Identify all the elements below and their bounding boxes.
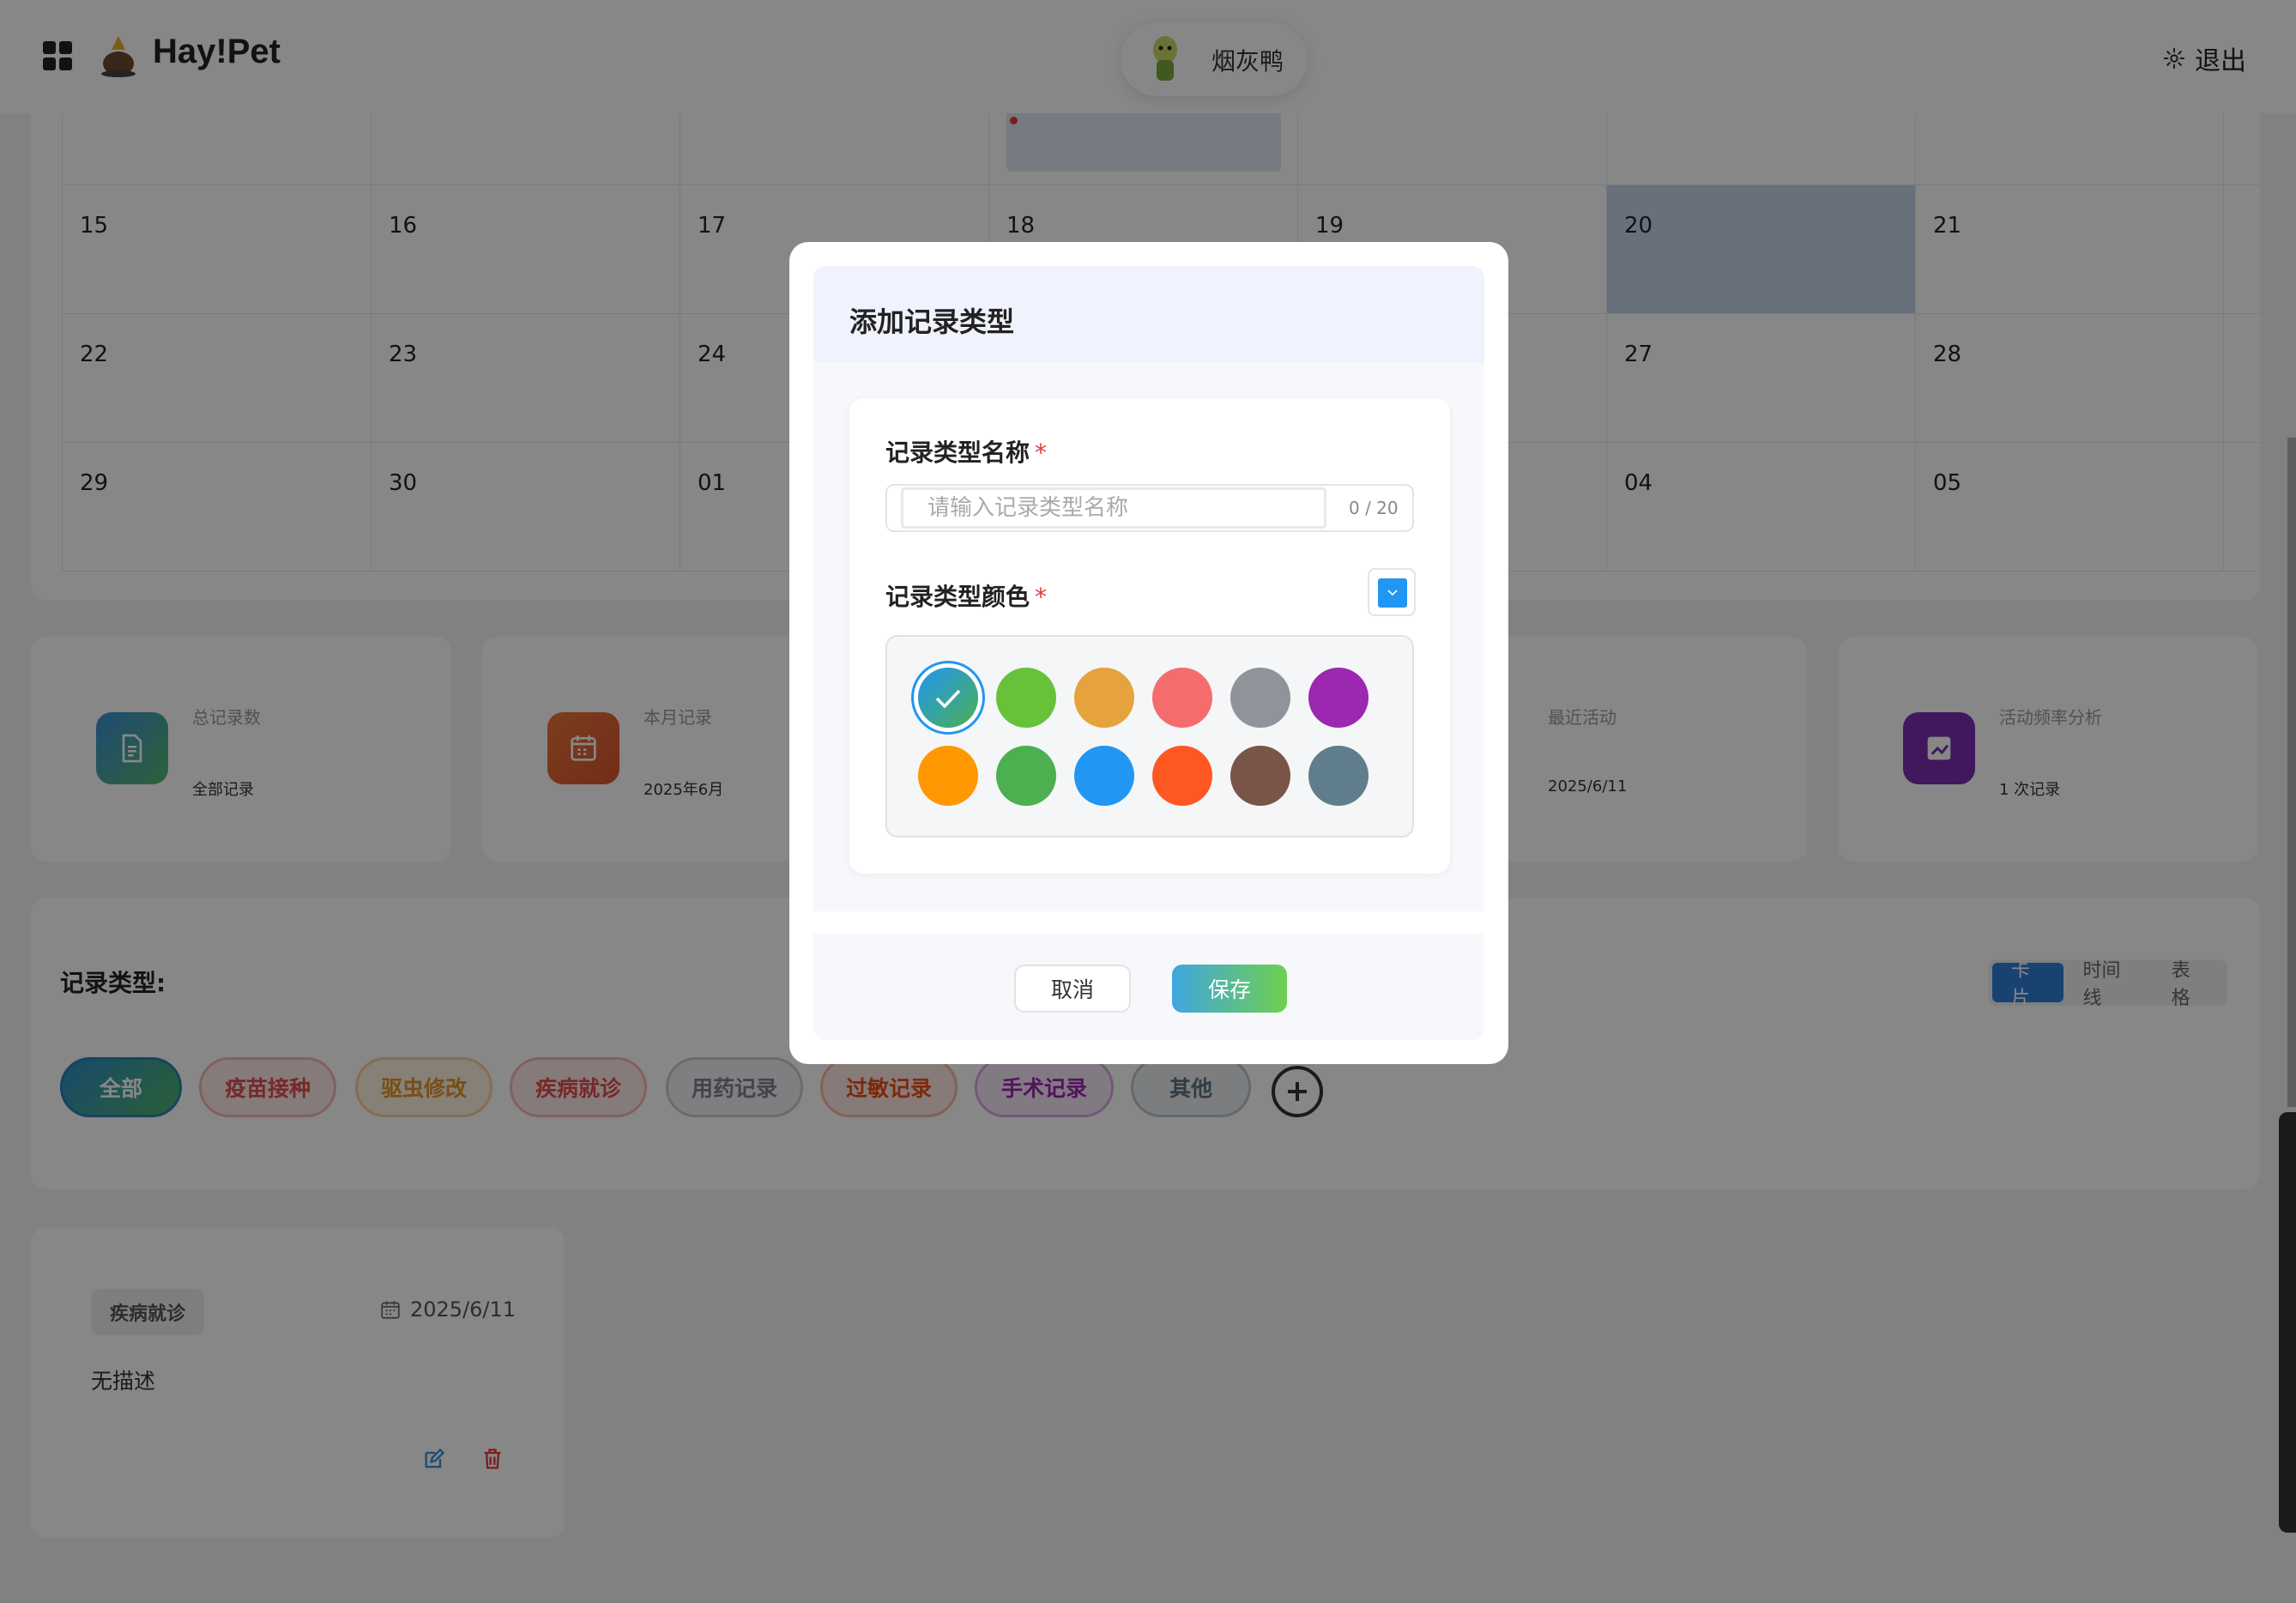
name-input-wrapper: 请输入记录类型名称 0 / 20 — [885, 484, 1414, 532]
scrollbar-thumb[interactable] — [2279, 1112, 2296, 1533]
color-swatch[interactable] — [1230, 746, 1290, 806]
record-type-form: 记录类型名称 * 请输入记录类型名称 0 / 20 记录类型颜色 * — [849, 398, 1450, 874]
color-picker-swatch — [1378, 578, 1407, 608]
color-swatch[interactable] — [1074, 746, 1134, 806]
color-swatch[interactable] — [996, 668, 1056, 728]
color-swatch[interactable] — [996, 746, 1056, 806]
color-swatch-selected[interactable] — [918, 668, 978, 728]
cancel-button[interactable]: 取消 — [1014, 965, 1131, 1013]
character-counter: 0 / 20 — [1349, 498, 1399, 518]
dialog-body: 记录类型名称 * 请输入记录类型名称 0 / 20 记录类型颜色 * — [813, 362, 1484, 911]
color-swatch-panel — [885, 635, 1414, 838]
type-name-input[interactable]: 请输入记录类型名称 — [901, 487, 1326, 529]
scrollbar-track — [2287, 438, 2296, 1107]
color-swatch[interactable] — [1230, 668, 1290, 728]
close-icon[interactable] — [1488, 292, 1507, 311]
save-button[interactable]: 保存 — [1172, 965, 1287, 1013]
chevron-down-icon — [1387, 590, 1398, 596]
color-swatch[interactable] — [1308, 746, 1369, 806]
color-swatch[interactable] — [918, 746, 978, 806]
add-record-type-dialog: 添加记录类型 记录类型名称 * 请输入记录类型名称 0 / 20 记录类型颜色 * — [789, 242, 1508, 1064]
dialog-footer: 取消 保存 — [813, 934, 1484, 1040]
color-field-label: 记录类型颜色 * — [885, 583, 1048, 611]
dialog-title: 添加记录类型 — [849, 305, 1015, 338]
dialog-header: 添加记录类型 — [813, 266, 1504, 362]
required-mark: * — [1035, 583, 1048, 611]
color-picker-button[interactable] — [1368, 568, 1416, 616]
color-swatch[interactable] — [1074, 668, 1134, 728]
check-icon — [935, 689, 961, 709]
color-swatch[interactable] — [1308, 668, 1369, 728]
color-swatch[interactable] — [1152, 746, 1212, 806]
name-field-label: 记录类型名称 * — [885, 439, 1048, 467]
required-mark: * — [1035, 439, 1048, 467]
color-swatch[interactable] — [1152, 668, 1212, 728]
